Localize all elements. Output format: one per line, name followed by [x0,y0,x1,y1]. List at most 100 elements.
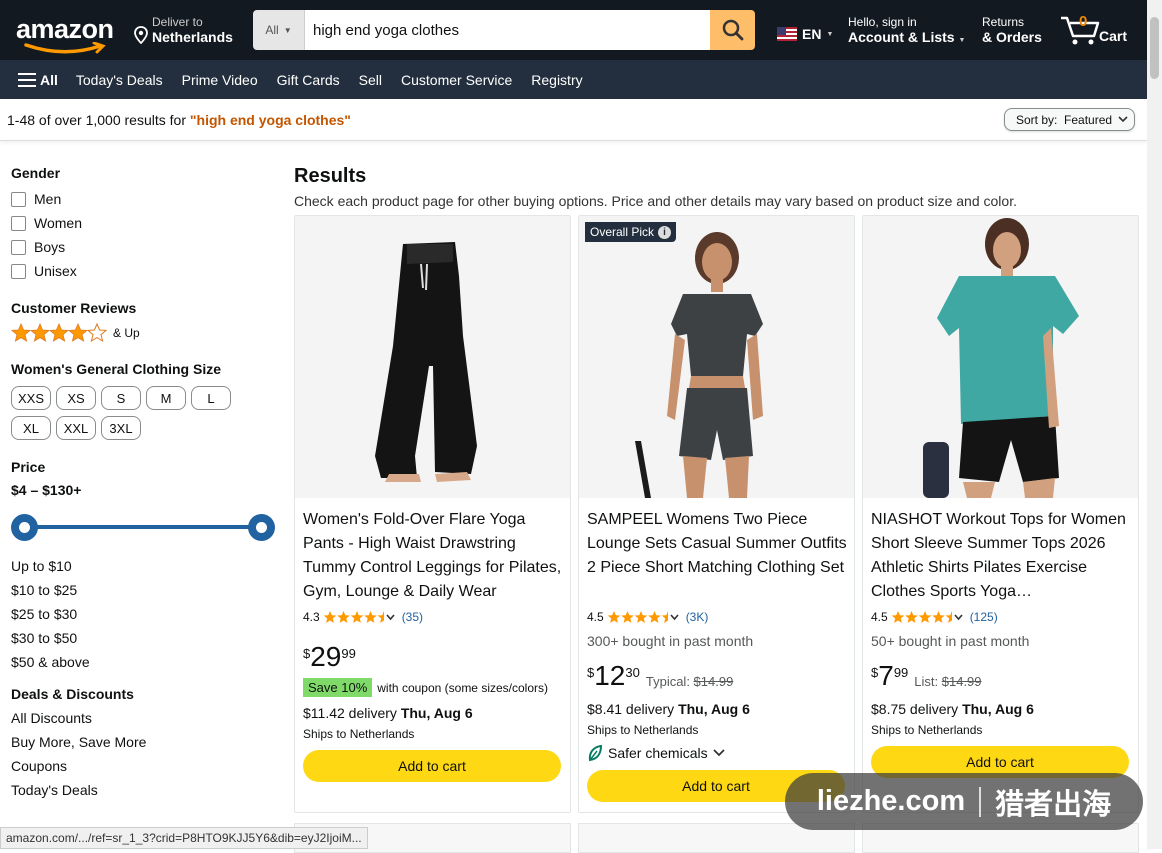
filter-gender-women[interactable]: Women [11,211,281,235]
account-lists[interactable]: Hello, sign in Account & Lists ▼ [848,15,965,45]
product-price[interactable]: $ 7 99 List: $14.99 [871,661,982,691]
size-xs[interactable]: XS [56,386,96,410]
delivery-info: $11.42 delivery Thu, Aug 6 [303,705,473,721]
checkbox[interactable] [11,264,26,279]
size-3xl[interactable]: 3XL [101,416,141,440]
hamburger-icon [18,73,36,87]
size-l[interactable]: L [191,386,231,410]
slider-max-handle[interactable] [248,514,275,541]
product-card[interactable]: NIASHOT Workout Tops for Women Short Sle… [862,215,1139,813]
add-to-cart-button[interactable]: Add to cart [303,750,561,782]
price-symbol: $ [303,646,310,661]
search-input[interactable] [305,10,710,50]
safer-chemicals-badge[interactable]: Safer chemicals [587,744,725,762]
size-xxs[interactable]: XXS [11,386,51,410]
cart-count: 0 [1079,13,1087,30]
price-slider[interactable] [11,512,275,542]
product-rating[interactable]: 4.3 (35) [303,610,423,624]
nav-gift-cards[interactable]: Gift Cards [277,72,340,88]
deliver-to[interactable]: Deliver to Netherlands [134,15,233,45]
all-menu-button[interactable]: All [18,72,58,88]
product-price[interactable]: $ 12 30 Typical: $14.99 [587,661,733,691]
filter-label: Unisex [34,263,77,279]
deal-link-buy-more[interactable]: Buy More, Save More [11,730,281,754]
price-link-50-above[interactable]: $50 & above [11,650,281,674]
product-card[interactable]: Overall Pick i SAMPEEL Womens Two Piece … [578,215,855,813]
stars-icon [11,323,107,343]
nav-customer-service[interactable]: Customer Service [401,72,512,88]
slider-min-handle[interactable] [11,514,38,541]
delivery-date: Thu, Aug 6 [962,701,1034,717]
price-link-30-50[interactable]: $30 to $50 [11,626,281,650]
search-category-dropdown[interactable]: All ▼ [253,10,305,50]
filter-gender-boys[interactable]: Boys [11,235,281,259]
review-count-link[interactable]: (35) [402,610,423,624]
bought-in-past-month: 300+ bought in past month [587,633,753,649]
search-category-label: All [265,23,278,37]
returns-line1: Returns [982,15,1042,29]
returns-orders[interactable]: Returns & Orders [982,15,1042,45]
price-fraction: 99 [341,646,355,661]
nav-prime-video[interactable]: Prime Video [182,72,258,88]
product-rating[interactable]: 4.5 (3K) [587,610,708,624]
product-title-link[interactable]: Women's Fold-Over Flare Yoga Pants - Hig… [303,508,565,604]
logo-text: amazon [16,14,114,45]
size-s[interactable]: S [101,386,141,410]
page-scrollbar[interactable] [1147,0,1162,849]
product-image[interactable] [295,216,570,498]
price-whole: 12 [594,661,625,691]
filter-gender-men[interactable]: Men [11,187,281,211]
results-count: 1-48 of over 1,000 results for "high end… [7,112,351,128]
caret-down-icon: ▼ [826,31,833,38]
product-price[interactable]: $ 29 99 [303,642,356,672]
list-price: List: $14.99 [914,674,981,689]
watermark-divider [979,787,981,817]
price-fraction: 30 [625,665,639,680]
size-xxl[interactable]: XXL [56,416,96,440]
nav-sell[interactable]: Sell [359,72,382,88]
product-title-link[interactable]: SAMPEEL Womens Two Piece Lounge Sets Cas… [587,508,849,580]
price-link-10-25[interactable]: $10 to $25 [11,578,281,602]
overall-pick-badge[interactable]: Overall Pick i [585,222,676,242]
location-pin-icon [134,26,148,44]
checkbox[interactable] [11,216,26,231]
deal-link-all-discounts[interactable]: All Discounts [11,706,281,730]
amazon-logo[interactable]: amazon [14,12,118,52]
checkbox[interactable] [11,192,26,207]
filter-gender-unisex[interactable]: Unisex [11,259,281,283]
safer-label: Safer chemicals [608,745,708,761]
sort-dropdown[interactable]: Sort by: Featured [1004,108,1135,131]
language-label: EN [802,26,821,42]
review-count-link[interactable]: (3K) [686,610,709,624]
coupon-text: with coupon (some sizes/colors) [377,681,548,695]
nav-todays-deals[interactable]: Today's Deals [76,72,163,88]
deliver-line2: Netherlands [134,29,233,45]
product-title-link[interactable]: NIASHOT Workout Tops for Women Short Sle… [871,508,1133,604]
language-selector[interactable]: EN ▼ [777,26,833,42]
info-icon[interactable]: i [658,226,671,239]
delivery-prefix: $8.41 delivery [587,701,678,717]
leaf-icon [587,744,603,762]
product-image[interactable] [863,216,1138,498]
product-rating[interactable]: 4.5 (125) [871,610,998,624]
product-photo-lounge-set [579,216,854,498]
checkbox[interactable] [11,240,26,255]
nav-registry[interactable]: Registry [531,72,582,88]
chevron-down-icon [713,749,725,757]
deal-link-todays-deals[interactable]: Today's Deals [11,778,281,802]
filter-reviews-4-up[interactable]: & Up [11,320,281,346]
product-image[interactable] [579,216,854,498]
scrollbar-thumb[interactable] [1150,17,1159,79]
price-whole: 29 [310,642,341,672]
size-m[interactable]: M [146,386,186,410]
price-link-25-30[interactable]: $25 to $30 [11,602,281,626]
cart-button[interactable]: 0 Cart [1060,12,1140,48]
price-link-up-to-10[interactable]: Up to $10 [11,554,281,578]
review-count-link[interactable]: (125) [970,610,998,624]
rating-value: 4.5 [587,610,604,624]
deal-link-coupons[interactable]: Coupons [11,754,281,778]
search-button[interactable] [710,10,755,50]
product-card[interactable]: Women's Fold-Over Flare Yoga Pants - Hig… [294,215,571,813]
results-info-bar: 1-48 of over 1,000 results for "high end… [0,99,1147,141]
size-xl[interactable]: XL [11,416,51,440]
